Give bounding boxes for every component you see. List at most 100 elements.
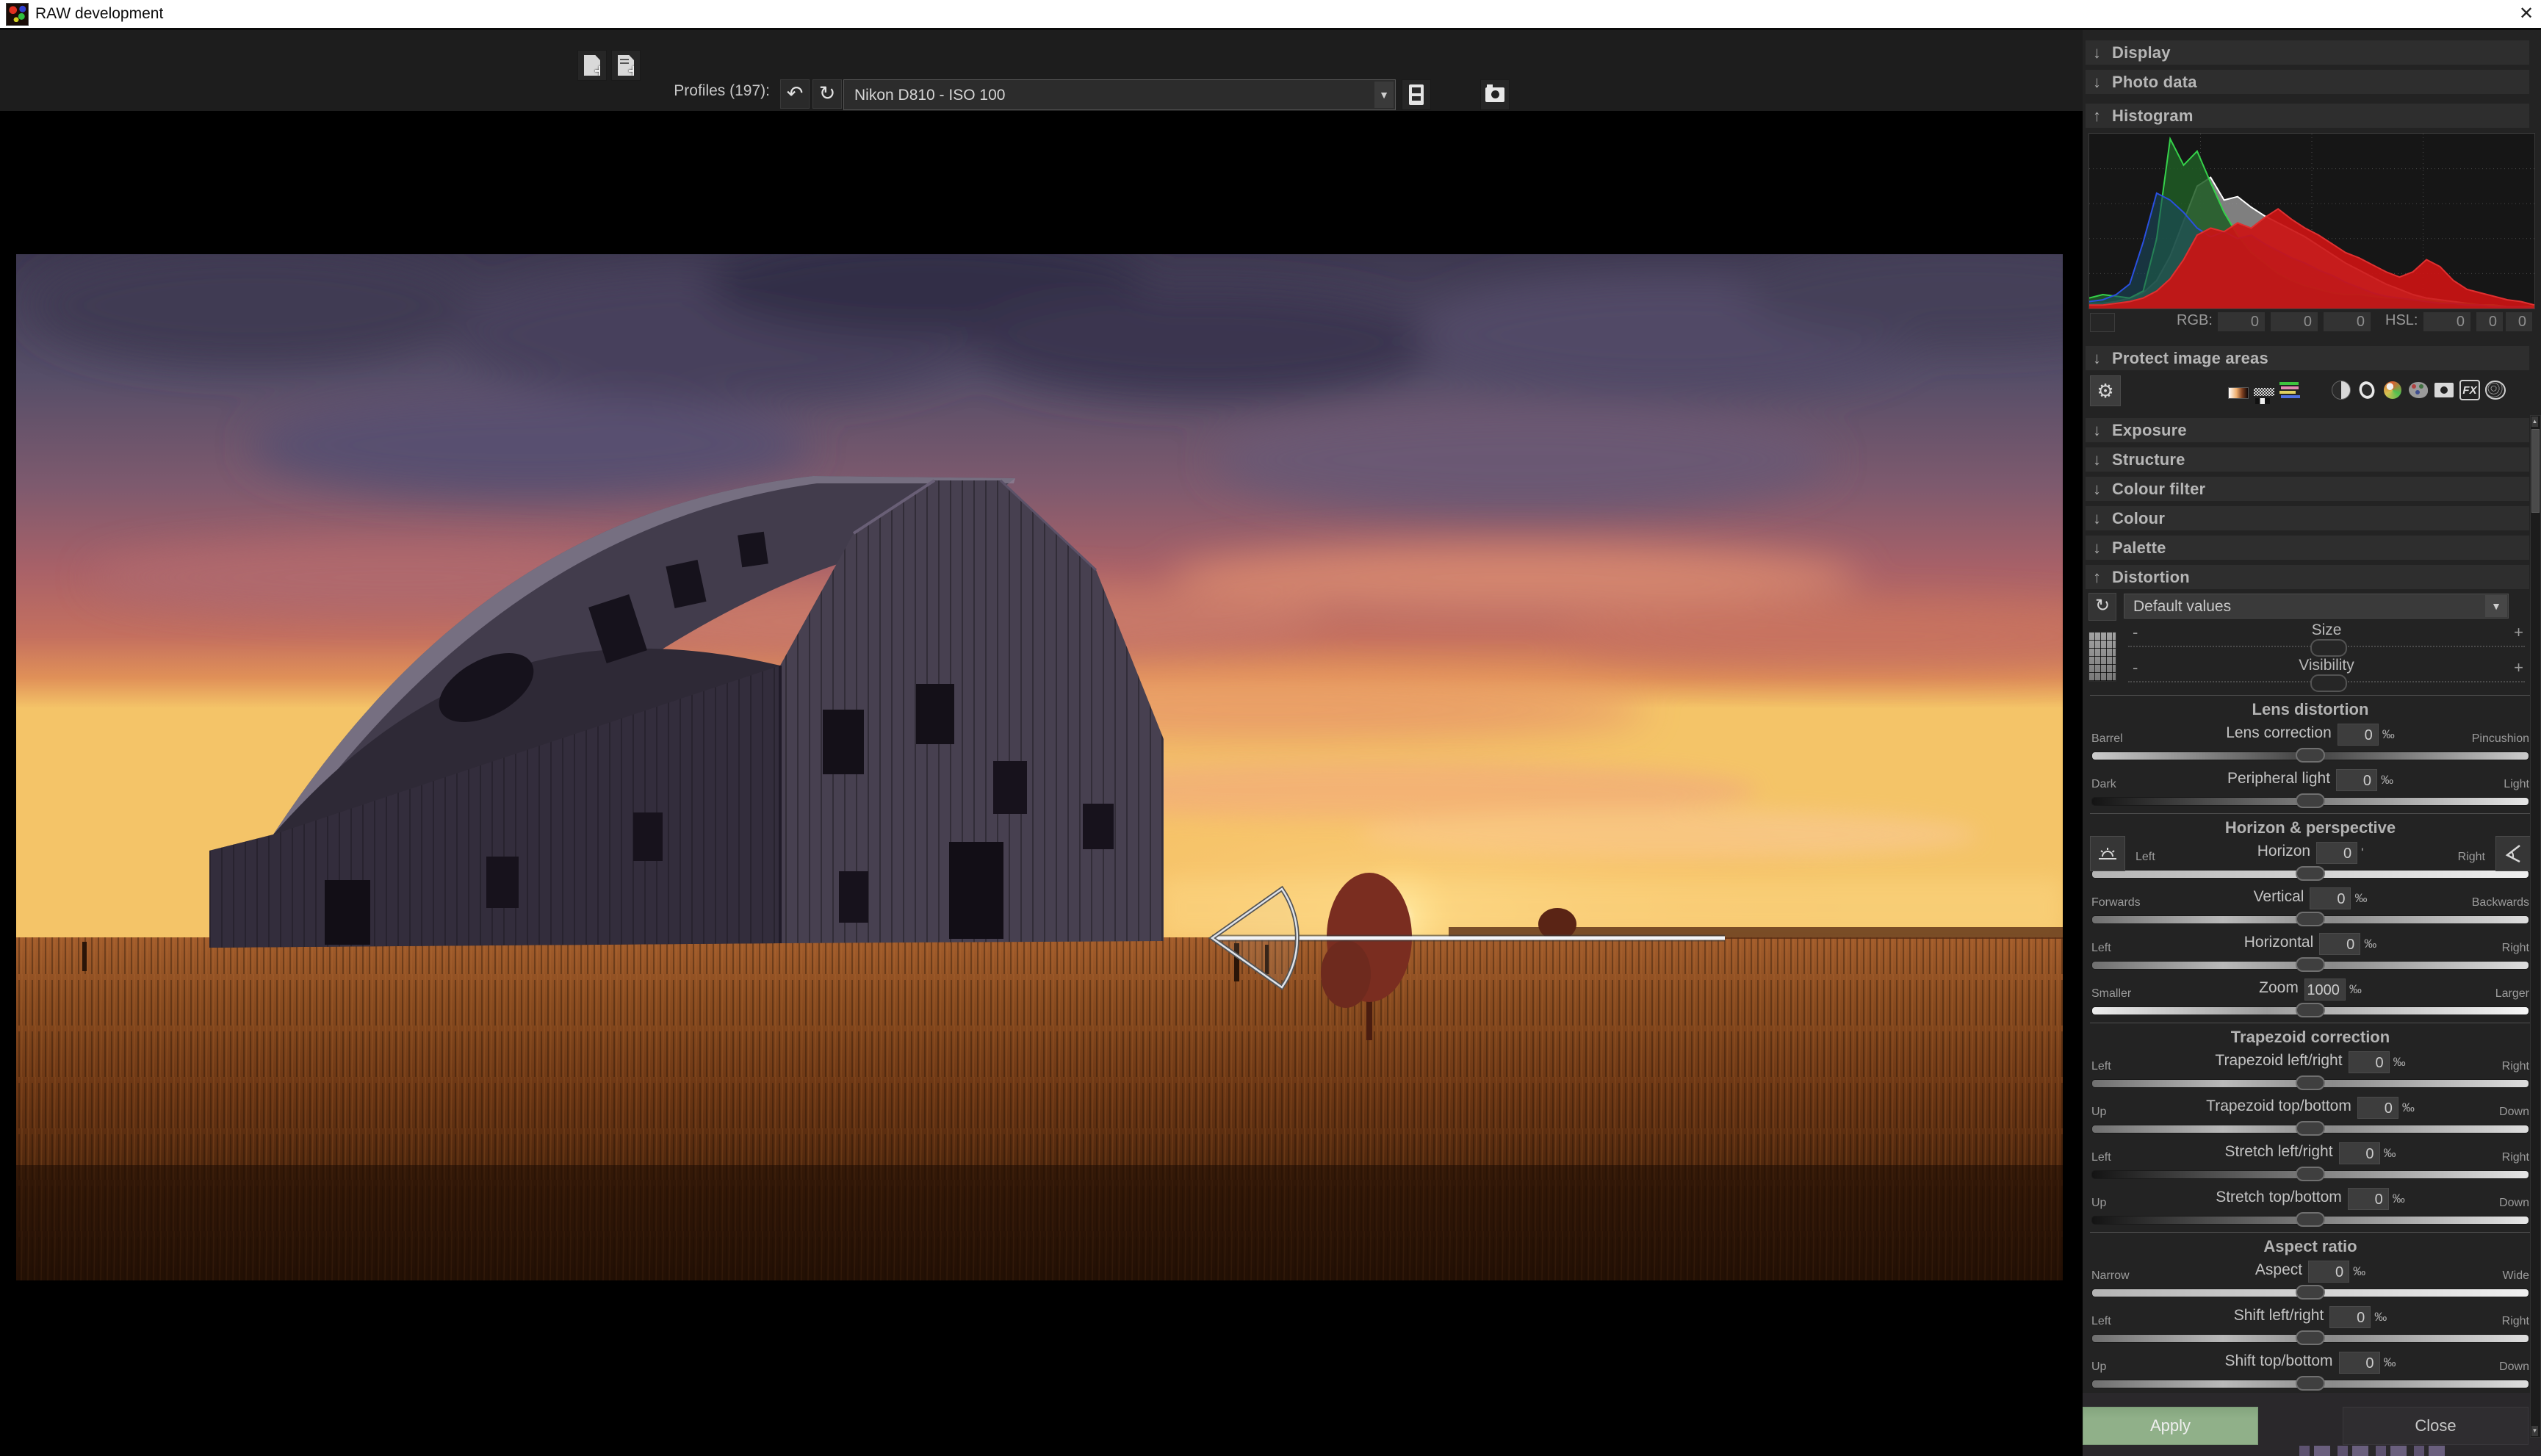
slider-thumb[interactable] <box>2296 793 2325 808</box>
photo-canvas[interactable] <box>16 254 2063 1280</box>
slider-thumb[interactable] <box>2296 1376 2325 1391</box>
save-profile-button[interactable] <box>1402 79 1431 110</box>
preset-dropdown-value: Default values <box>2133 598 2231 615</box>
value-input[interactable]: 0 <box>2338 724 2379 746</box>
value-input[interactable]: 0 <box>2339 1142 2380 1164</box>
unit-label: ‰ <box>2349 982 2362 996</box>
add-profile-button[interactable] <box>577 50 607 81</box>
group-title: Lens distortion <box>2090 700 2531 722</box>
slider-track[interactable] <box>2091 1380 2529 1388</box>
slider-max-label: Down <box>2499 1197 2529 1210</box>
panorama-icon[interactable] <box>2511 380 2531 400</box>
slider-thumb[interactable] <box>2296 1075 2325 1090</box>
horizon-tool-icon[interactable] <box>2090 836 2125 871</box>
add-profile-lines-icon <box>618 55 634 76</box>
value-input[interactable]: 0 <box>2310 887 2351 909</box>
redo-icon[interactable]: ↻ <box>812 79 842 109</box>
camera-glyph <box>2434 383 2454 397</box>
section-header-exposure[interactable]: ↓Exposure <box>2086 418 2529 442</box>
slider-track[interactable] <box>2091 915 2529 924</box>
section-header-palette[interactable]: ↓Palette <box>2086 536 2529 560</box>
slider-track[interactable] <box>2091 961 2529 970</box>
slider-thumb[interactable] <box>2296 1167 2325 1181</box>
value-input[interactable]: 0 <box>2349 1051 2390 1073</box>
slider-track[interactable] <box>2091 797 2529 806</box>
value-input[interactable]: 0 <box>2329 1306 2371 1328</box>
unit-label: ‰ <box>2381 773 2393 787</box>
chevron-down-icon[interactable]: ▼ <box>2485 595 2507 617</box>
grid-overlay-icon[interactable] <box>2088 632 2116 682</box>
preset-dropdown[interactable]: Default values ▼ <box>2124 594 2509 619</box>
gear-icon[interactable]: ⚙ <box>2090 375 2121 406</box>
noise-icon[interactable] <box>2254 380 2274 400</box>
value-input[interactable]: 1000 <box>2304 979 2346 1001</box>
apply-button[interactable]: Apply <box>2083 1407 2258 1445</box>
slider-track[interactable] <box>2091 1289 2529 1297</box>
close-button[interactable]: Close <box>2343 1407 2529 1445</box>
camera-button[interactable] <box>1480 79 1510 110</box>
distortion-preset-row: ↻ Default values ▼ <box>2088 593 2534 619</box>
slider-track[interactable] <box>2091 1170 2529 1179</box>
value-input[interactable]: 0 <box>2357 1097 2398 1119</box>
slider-track[interactable] <box>2091 1125 2529 1134</box>
scrollbar-thumb[interactable] <box>2531 429 2540 513</box>
palette-icon[interactable] <box>2408 380 2429 400</box>
section-header-distortion[interactable]: ↑Distortion <box>2086 565 2529 589</box>
section-header-protect-image-areas[interactable]: ↓Protect image areas <box>2086 346 2529 370</box>
slider-label: Horizontal <box>2244 934 2314 951</box>
reset-icon[interactable]: ↻ <box>2088 593 2116 621</box>
scroll-down-icon[interactable]: ▼ <box>2531 1426 2538 1436</box>
section-header-structure[interactable]: ↓Structure <box>2086 447 2529 472</box>
contrast-icon[interactable] <box>2331 380 2351 400</box>
section-header-photo-data[interactable]: ↓Photo data <box>2086 70 2529 94</box>
chevron-down-icon[interactable]: ▼ <box>1374 82 1394 108</box>
section-header-colour-filter[interactable]: ↓Colour filter <box>2086 477 2529 501</box>
vignette-icon[interactable] <box>2357 380 2377 400</box>
section-header-display[interactable]: ↓Display <box>2086 40 2529 65</box>
slider-thumb[interactable] <box>2310 639 2347 657</box>
color-lines-icon[interactable] <box>2279 380 2300 400</box>
slider-thumb[interactable] <box>2310 674 2347 692</box>
panel-scrollbar[interactable]: ▲ ▼ <box>2530 415 2541 1438</box>
slider-thumb[interactable] <box>2296 912 2325 926</box>
window-close-icon[interactable]: ✕ <box>2515 3 2537 25</box>
color-swatch <box>2090 313 2115 332</box>
fx-icon[interactable]: FX <box>2459 380 2480 400</box>
slider-thumb[interactable] <box>2296 1330 2325 1345</box>
profile-dropdown[interactable]: Nikon D810 - ISO 100 ▼ <box>843 79 1396 110</box>
slider-thumb[interactable] <box>2296 1121 2325 1136</box>
value-input[interactable]: 0 <box>2348 1188 2389 1210</box>
slider-track[interactable] <box>2091 870 2529 879</box>
slider-track[interactable] <box>2091 1334 2529 1343</box>
brain-icon[interactable] <box>2485 380 2506 400</box>
slider-track[interactable] <box>2091 1079 2529 1088</box>
angle-tool-icon[interactable] <box>2495 836 2531 871</box>
slider-track[interactable] <box>2091 1216 2529 1225</box>
expand-arrow-icon: ↓ <box>2093 477 2112 501</box>
value-input[interactable]: 0 <box>2319 933 2360 955</box>
value-input[interactable]: 0 <box>2316 842 2357 864</box>
slider-track[interactable] <box>2091 1006 2529 1015</box>
slider-thumb[interactable] <box>2296 1285 2325 1300</box>
slider-label: Vertical <box>2254 888 2304 905</box>
slider-thumb[interactable] <box>2296 957 2325 972</box>
slider-thumb[interactable] <box>2296 1003 2325 1017</box>
undo-icon[interactable]: ↶ <box>780 79 810 109</box>
camera-icon[interactable] <box>2434 380 2454 400</box>
scroll-up-icon[interactable]: ▲ <box>2531 417 2538 427</box>
color-sphere-icon[interactable] <box>2382 380 2403 400</box>
add-profile-from-settings-button[interactable] <box>611 50 641 81</box>
slider-thumb[interactable] <box>2296 866 2325 881</box>
value-input[interactable]: 0 <box>2308 1261 2349 1283</box>
section-header-histogram[interactable]: ↑Histogram <box>2086 104 2529 128</box>
expand-arrow-icon: ↓ <box>2093 70 2112 94</box>
histogram-icon[interactable] <box>2305 380 2326 400</box>
unit-label: ‰ <box>2364 937 2376 951</box>
value-input[interactable]: 0 <box>2339 1352 2380 1374</box>
slider-thumb[interactable] <box>2296 748 2325 763</box>
gradient-icon[interactable] <box>2228 380 2249 400</box>
value-input[interactable]: 0 <box>2336 769 2377 791</box>
slider-track[interactable] <box>2091 752 2529 760</box>
slider-thumb[interactable] <box>2296 1212 2325 1227</box>
section-header-colour[interactable]: ↓Colour <box>2086 506 2529 530</box>
